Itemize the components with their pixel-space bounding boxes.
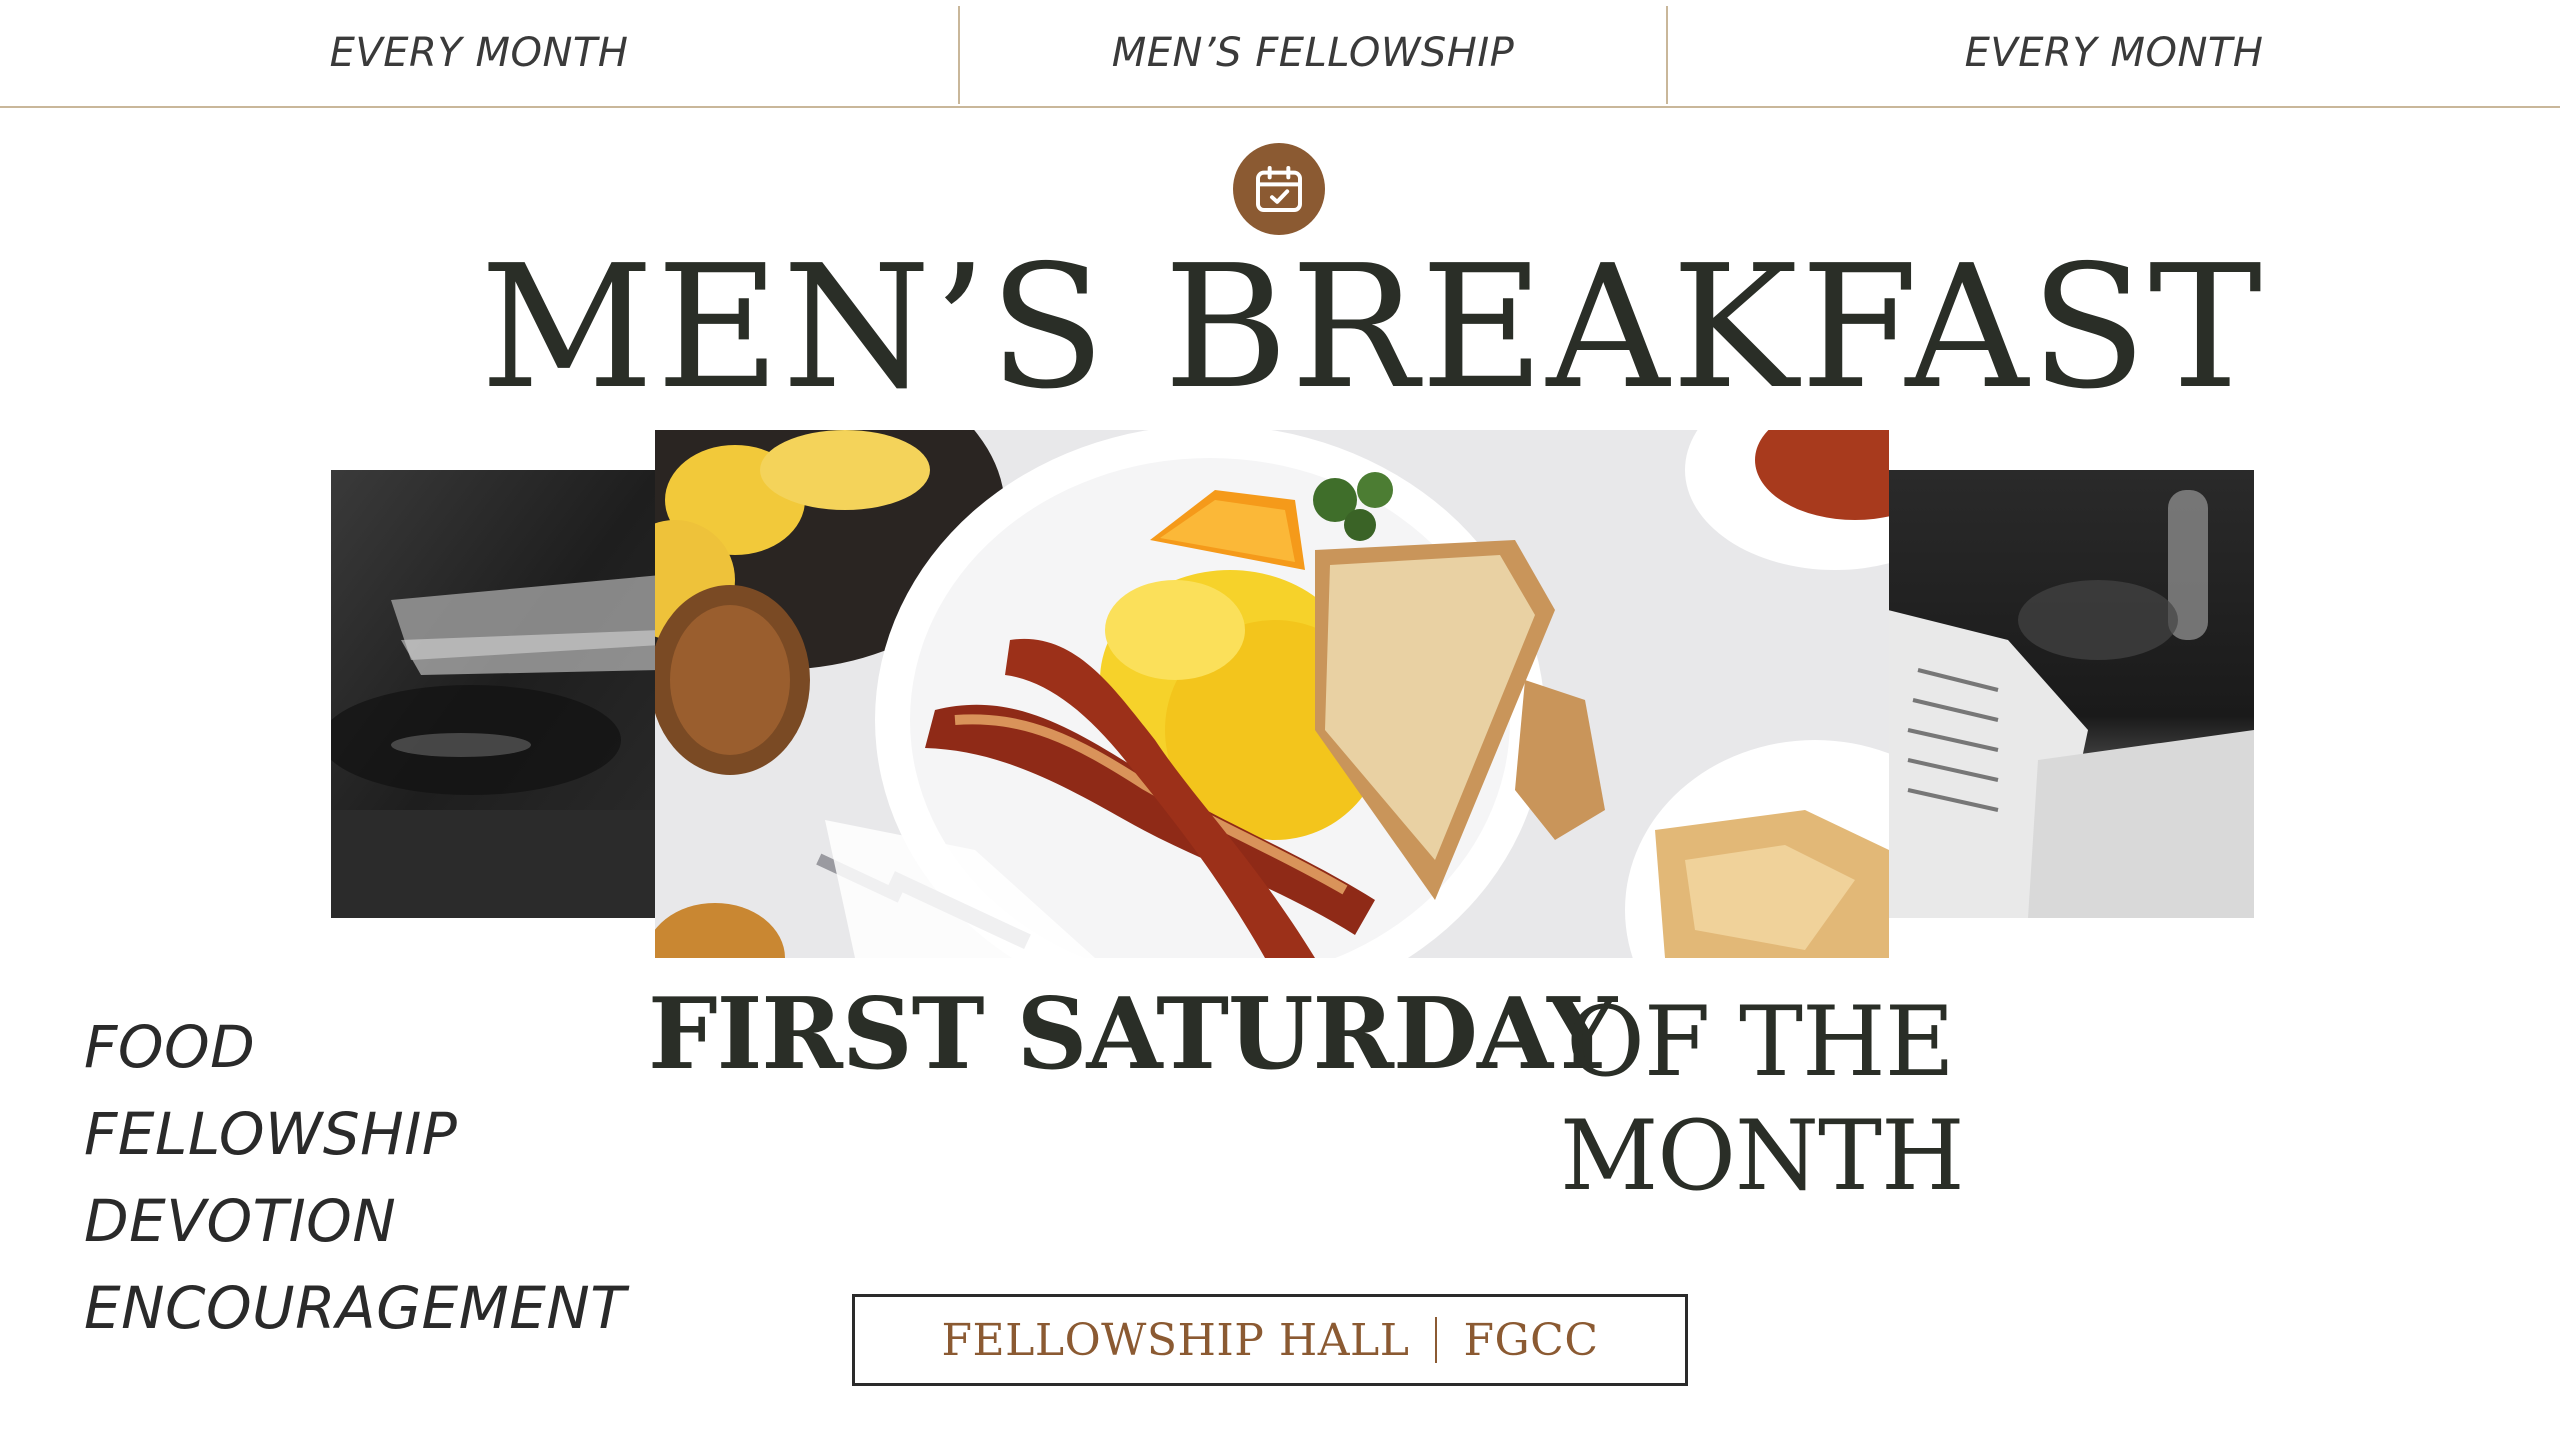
location-org: FGCC xyxy=(1463,1314,1599,1366)
list-item: ENCOURAGEMENT xyxy=(84,1274,627,1342)
flyer-page: EVERY MONTH MEN’S FELLOWSHIP EVERY MONTH… xyxy=(0,0,2560,1440)
banner-center-text: MEN’S FELLOWSHIP xyxy=(1111,30,1515,76)
schedule-frequency-line2: MONTH xyxy=(1560,1100,1965,1212)
location-box: FELLOWSHIP HALL FGCC xyxy=(852,1294,1688,1386)
list-item: FOOD xyxy=(84,1013,256,1081)
schedule-frequency-line1: OF THE xyxy=(1566,986,1955,1098)
banner-right-text: EVERY MONTH xyxy=(1964,30,2264,76)
bible-hands-photo-left xyxy=(331,470,661,918)
location-place: FELLOWSHIP HALL xyxy=(941,1314,1410,1366)
list-item: DEVOTION xyxy=(84,1187,397,1255)
top-banner: EVERY MONTH MEN’S FELLOWSHIP EVERY MONTH xyxy=(0,0,2560,108)
open-bible-photo-right xyxy=(1888,470,2254,918)
breakfast-plate-photo xyxy=(655,430,1889,958)
event-title: MEN’S BREAKFAST xyxy=(480,229,2265,427)
schedule-frequency: OF THE MONTH xyxy=(1560,985,1965,1213)
highlights-list: FOOD FELLOWSHIP DEVOTION ENCOURAGEMENT xyxy=(84,1004,626,1352)
schedule-day: FIRST SATURDAY xyxy=(648,977,1617,1092)
list-item: FELLOWSHIP xyxy=(84,1100,458,1168)
banner-left-text: EVERY MONTH xyxy=(329,30,629,76)
location-separator xyxy=(1435,1317,1438,1363)
calendar-check-icon xyxy=(1233,143,1325,235)
